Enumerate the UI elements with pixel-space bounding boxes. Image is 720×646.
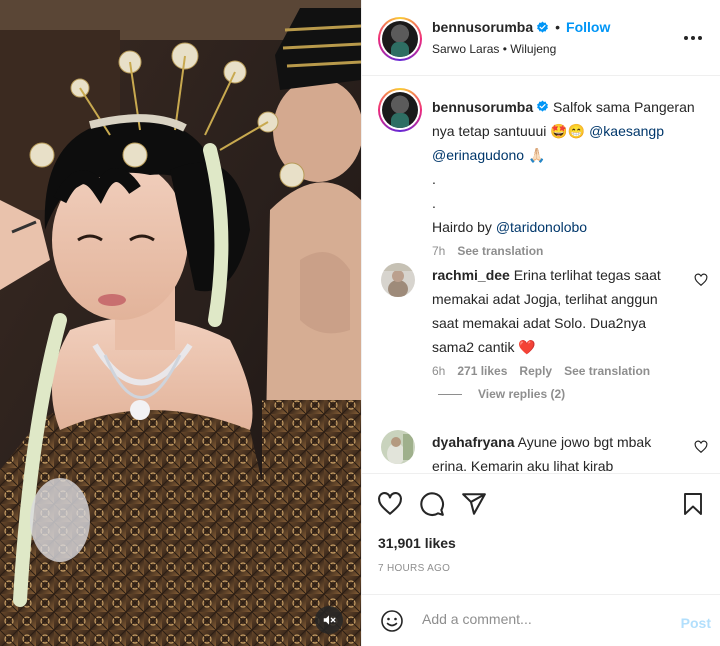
- share-icon: [462, 493, 486, 515]
- verified-badge-icon: [537, 21, 549, 33]
- instagram-post: bennusorumba • Follow Sarwo Laras • Wilu…: [0, 0, 720, 646]
- avatar-image: [381, 263, 415, 297]
- comment-item: dyahafryana Ayune jowo bgt mbak erina. K…: [378, 430, 708, 473]
- author-avatar[interactable]: [378, 17, 422, 61]
- caption-username[interactable]: bennusorumba: [432, 99, 533, 115]
- reply-button[interactable]: Reply: [519, 364, 552, 378]
- comment-body: rachmi_dee Erina terlihat tegas saat mem…: [432, 263, 688, 379]
- view-replies-label: View replies (2): [478, 387, 566, 401]
- see-translation-link[interactable]: See translation: [457, 244, 543, 258]
- likes-count[interactable]: 31,901 likes: [378, 535, 456, 551]
- comment-meta: 6h 271 likes Reply See translation: [432, 363, 688, 379]
- caption-hairdo-text: Hairdo by: [432, 219, 492, 235]
- commenter-avatar[interactable]: [381, 263, 415, 297]
- more-options-icon: [684, 36, 688, 40]
- mute-icon: [323, 615, 336, 625]
- comment-time[interactable]: 6h: [432, 364, 445, 378]
- audio-location-link[interactable]: Sarwo Laras • Wilujeng: [432, 42, 556, 56]
- mention-link[interactable]: @erinagudono: [432, 147, 524, 163]
- caption-time[interactable]: 7h: [432, 244, 445, 258]
- post-header: bennusorumba • Follow Sarwo Laras • Wilu…: [362, 0, 720, 76]
- heart-icon: [378, 492, 402, 515]
- caption-dot: .: [432, 195, 436, 211]
- post-comment-button[interactable]: Post: [681, 615, 711, 631]
- more-options-button[interactable]: [681, 28, 705, 48]
- header-user-row: bennusorumba • Follow: [432, 19, 610, 35]
- like-button[interactable]: [370, 488, 410, 520]
- see-translation-link[interactable]: See translation: [564, 364, 650, 378]
- comment-body: dyahafryana Ayune jowo bgt mbak erina. K…: [432, 430, 688, 473]
- comment-like-heart-icon[interactable]: [694, 440, 708, 454]
- view-replies-button[interactable]: View replies (2): [438, 387, 565, 401]
- post-photo: [0, 0, 361, 646]
- author-username[interactable]: bennusorumba: [432, 19, 533, 35]
- post-timestamp[interactable]: 7 HOURS AGO: [378, 563, 450, 574]
- comment-item: rachmi_dee Erina terlihat tegas saat mem…: [378, 263, 708, 383]
- commenter-username[interactable]: dyahafryana: [432, 434, 514, 450]
- caption-body: bennusorumba Salfok sama Pangeran nya te…: [432, 95, 708, 259]
- post-actions: 31,901 likes 7 HOURS AGO: [362, 473, 720, 593]
- bookmark-icon: [684, 493, 702, 515]
- avatar-image: [382, 21, 418, 57]
- verified-badge-icon: [537, 100, 549, 112]
- action-icons-row: [370, 488, 494, 520]
- caption-emoji: 🙏🏻: [527, 147, 546, 163]
- save-button[interactable]: [673, 488, 713, 520]
- caption-dot: .: [432, 171, 436, 187]
- share-button[interactable]: [454, 488, 494, 520]
- follow-button[interactable]: Follow: [566, 19, 610, 35]
- mention-link[interactable]: @kaesangp: [589, 123, 664, 139]
- comments-section[interactable]: bennusorumba Salfok sama Pangeran nya te…: [362, 77, 720, 473]
- replies-divider-line: [438, 393, 462, 395]
- comment-likes[interactable]: 271 likes: [457, 364, 507, 378]
- caption-meta: 7h See translation: [432, 243, 708, 259]
- post-media[interactable]: [0, 0, 361, 646]
- post-side-panel: bennusorumba • Follow Sarwo Laras • Wilu…: [361, 0, 720, 646]
- comment-button[interactable]: [412, 488, 452, 520]
- avatar-image: [382, 92, 418, 128]
- commenter-avatar[interactable]: [381, 430, 415, 464]
- mention-link[interactable]: @taridonolobo: [496, 219, 587, 235]
- emoji-icon[interactable]: [380, 609, 404, 633]
- caption-author-avatar[interactable]: [378, 88, 422, 132]
- avatar-image: [381, 430, 415, 464]
- mute-button[interactable]: [315, 606, 343, 634]
- comment-like-heart-icon[interactable]: [694, 273, 708, 287]
- comment-icon: [420, 492, 444, 516]
- comment-input[interactable]: [422, 611, 662, 627]
- separator-dot: •: [555, 19, 561, 35]
- add-comment-bar: Post: [362, 594, 720, 646]
- commenter-username[interactable]: rachmi_dee: [432, 267, 510, 283]
